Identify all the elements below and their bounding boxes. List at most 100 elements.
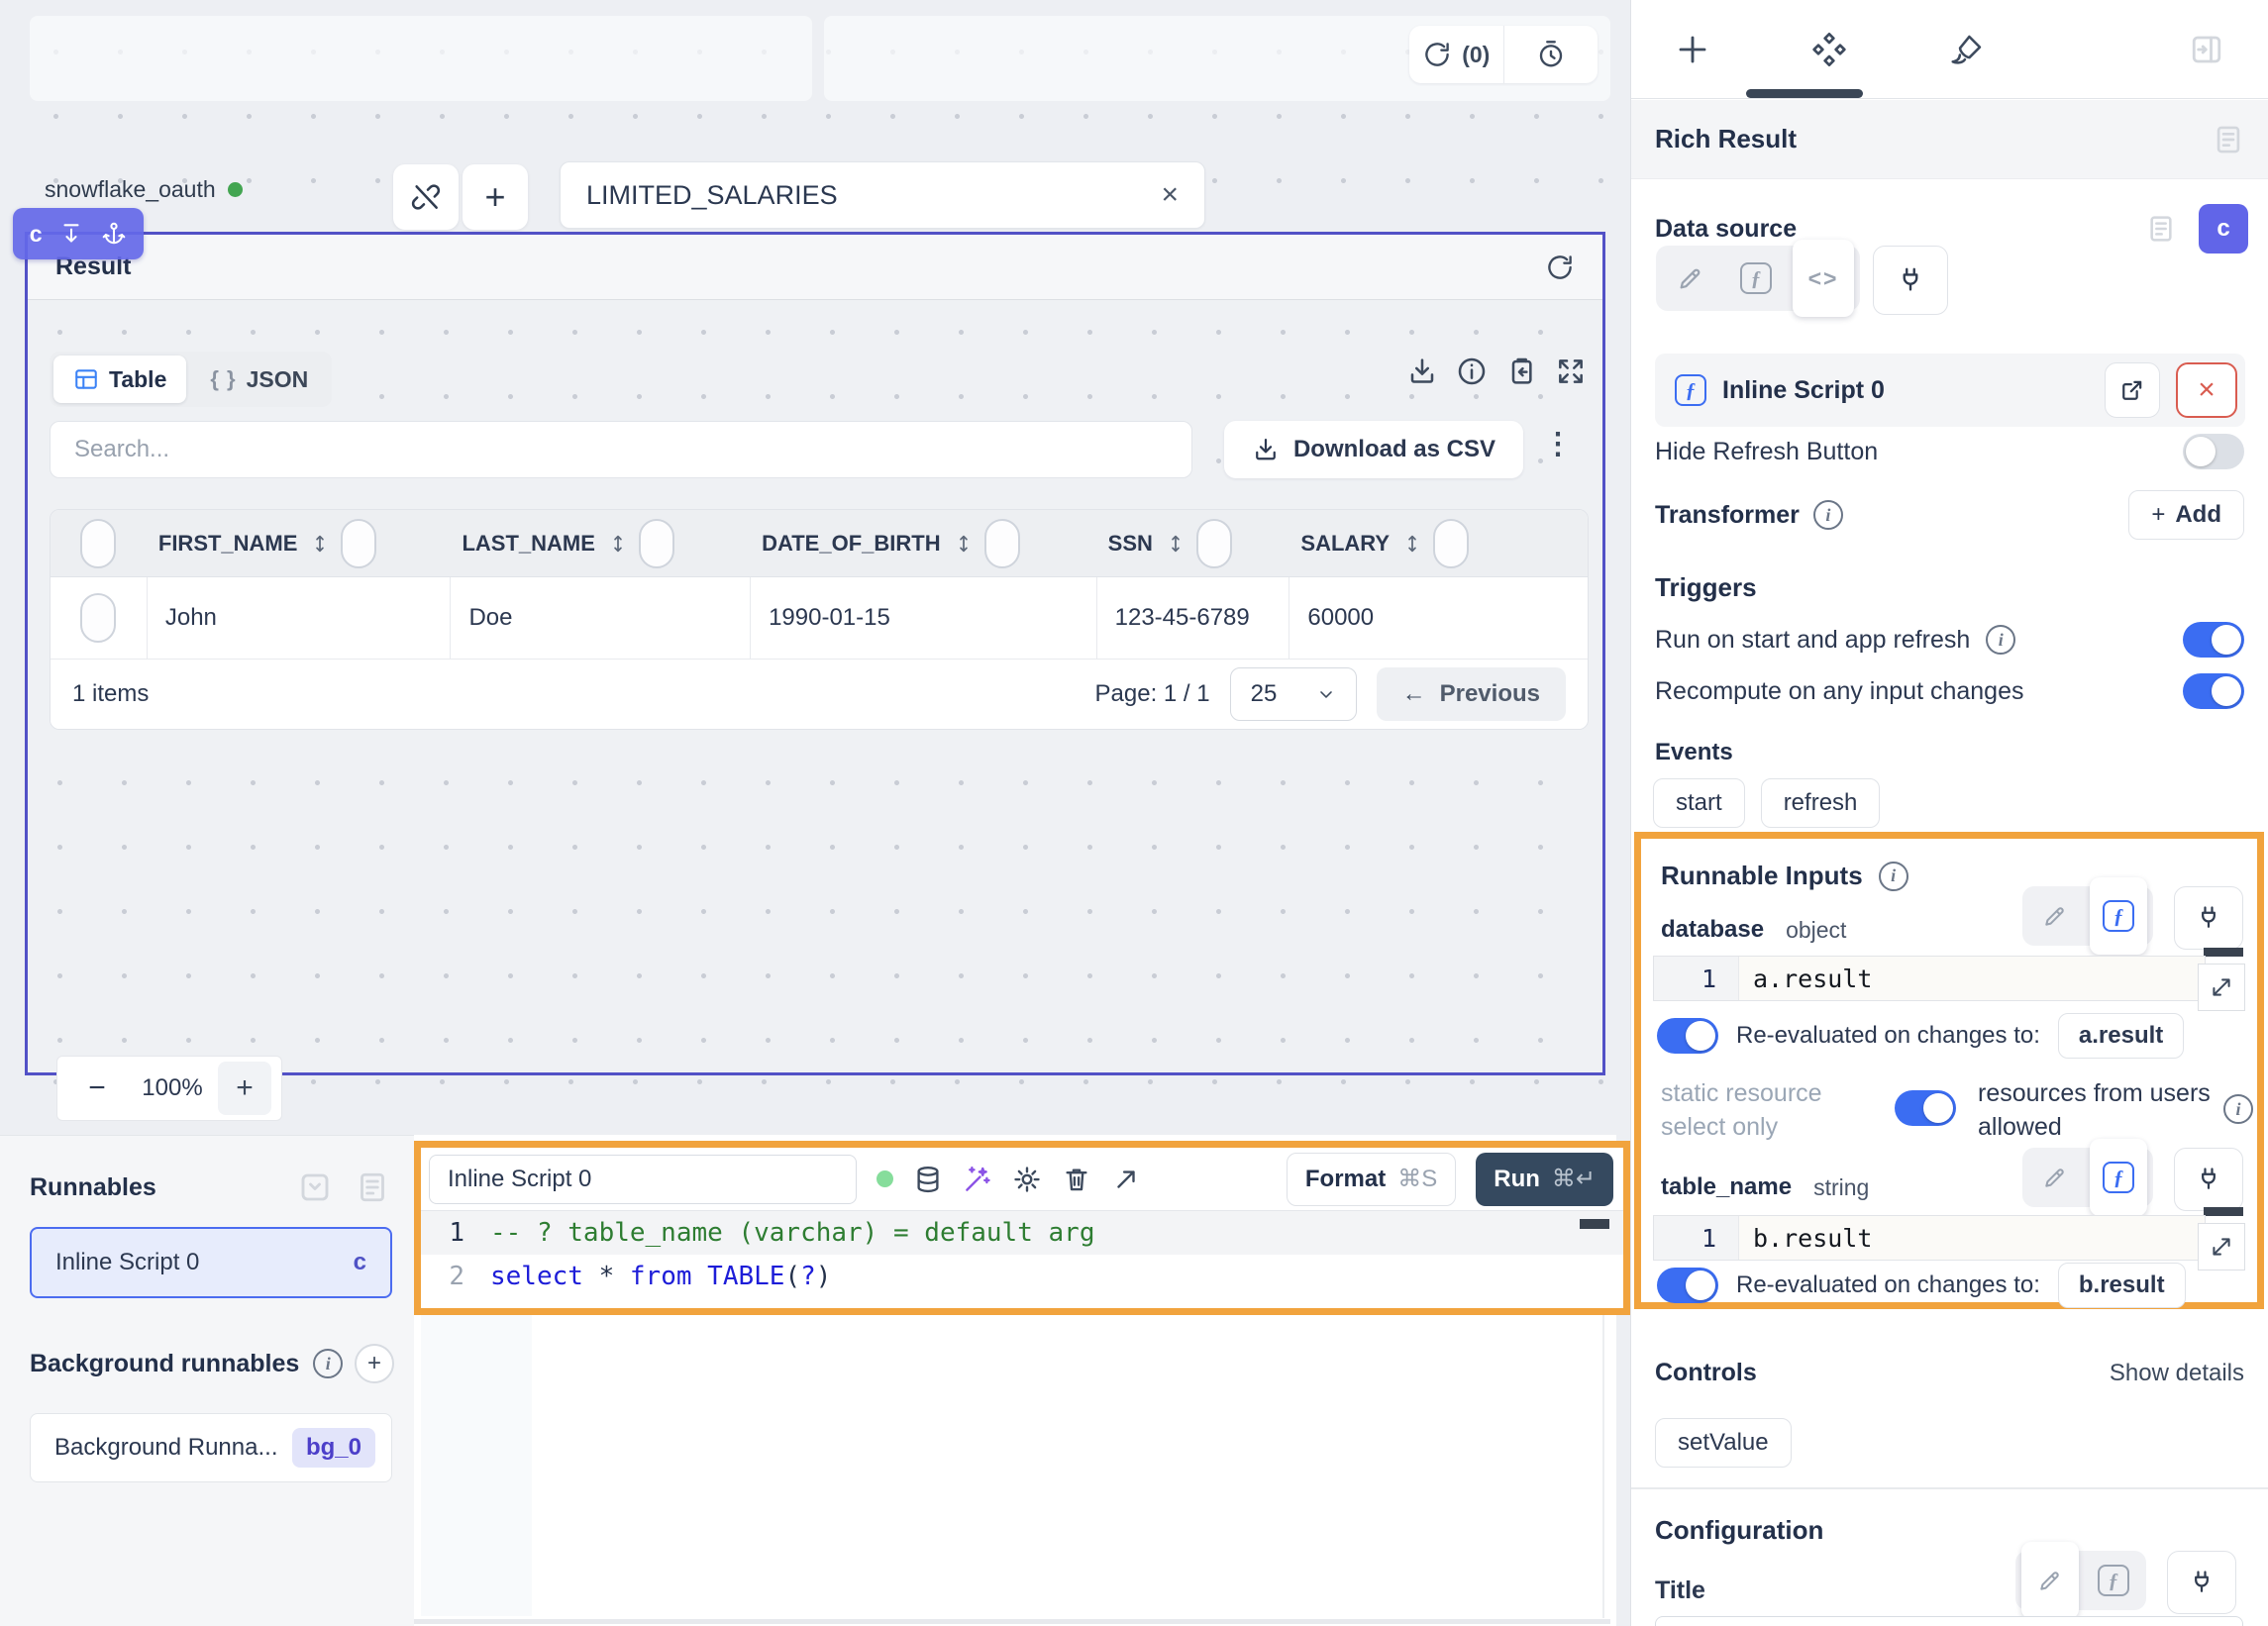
refresh-count-button[interactable]: (0) bbox=[1409, 26, 1503, 83]
column-checkbox[interactable] bbox=[341, 519, 376, 568]
placeholder-component-1[interactable] bbox=[30, 16, 812, 101]
data-source-script-row[interactable]: ƒ Inline Script 0 × bbox=[1655, 354, 2245, 427]
previous-page-button[interactable]: ← Previous bbox=[1377, 667, 1566, 721]
unlink-button[interactable] bbox=[393, 164, 459, 230]
zoom-in-button[interactable]: + bbox=[218, 1062, 271, 1115]
table-search-input[interactable] bbox=[74, 436, 1168, 463]
database-value-editor[interactable]: 1 a.result bbox=[1653, 956, 2206, 1001]
fx-mode-icon[interactable]: ƒ bbox=[1727, 252, 1785, 305]
format-button[interactable]: Format ⌘S bbox=[1287, 1153, 1456, 1206]
info-icon[interactable]: i bbox=[1986, 625, 2015, 655]
download-icon[interactable] bbox=[1406, 356, 1438, 387]
expand-editor-icon[interactable] bbox=[1111, 1165, 1141, 1194]
background-runnable-item[interactable]: Background Runna... bg_0 bbox=[30, 1413, 392, 1482]
database-icon[interactable] bbox=[913, 1165, 943, 1194]
code-line-1[interactable]: 1 -- ? table_name (varchar) = default ar… bbox=[421, 1211, 1623, 1255]
zoom-out-button[interactable]: − bbox=[67, 1071, 127, 1105]
plug-connect-button[interactable] bbox=[2174, 886, 2243, 950]
database-reeval-toggle[interactable] bbox=[1657, 1018, 1718, 1054]
plug-connect-button[interactable] bbox=[1873, 246, 1948, 315]
clear-selection-icon[interactable]: × bbox=[1161, 178, 1179, 212]
add-tab-icon[interactable] bbox=[1675, 32, 1710, 67]
download-csv-button[interactable]: Download as CSV bbox=[1224, 421, 1523, 478]
sort-icon[interactable] bbox=[607, 533, 629, 555]
edit-pencil-icon[interactable] bbox=[2028, 889, 2082, 943]
column-header[interactable]: FIRST_NAME bbox=[158, 531, 298, 557]
settings-gear-icon[interactable] bbox=[1012, 1165, 1042, 1194]
add-transformer-button[interactable]: +Add bbox=[2128, 490, 2244, 540]
remove-script-button[interactable]: × bbox=[2176, 362, 2237, 418]
info-icon[interactable]: i bbox=[1813, 500, 1843, 530]
column-header[interactable]: SALARY bbox=[1300, 531, 1390, 557]
column-checkbox[interactable] bbox=[1196, 519, 1232, 568]
copy-result-icon[interactable] bbox=[1505, 356, 1537, 387]
table-select-input[interactable] bbox=[586, 180, 1161, 211]
control-method-setvalue[interactable]: setValue bbox=[1655, 1418, 1792, 1468]
runnable-item-inline-script-0[interactable]: Inline Script 0 c bbox=[30, 1227, 392, 1298]
table-menu-icon[interactable]: ⋮ bbox=[1543, 427, 1573, 461]
add-background-runnable-button[interactable]: + bbox=[355, 1344, 394, 1383]
show-details-link[interactable]: Show details bbox=[2110, 1360, 2244, 1387]
column-checkbox[interactable] bbox=[984, 519, 1020, 568]
code-mode-icon[interactable]: <> bbox=[1793, 240, 1854, 317]
collapse-runnables-icon[interactable] bbox=[297, 1169, 333, 1205]
select-all-checkbox[interactable] bbox=[80, 519, 116, 568]
table-row[interactable]: John Doe 1990-01-15 123-45-6789 60000 bbox=[51, 577, 1588, 660]
column-header[interactable]: SSN bbox=[1108, 531, 1153, 557]
run-button[interactable]: Run ⌘↵ bbox=[1476, 1153, 1613, 1206]
reeval-target-pill[interactable]: b.result bbox=[2058, 1263, 2186, 1308]
recompute-toggle[interactable] bbox=[2183, 673, 2244, 709]
runnables-list-icon[interactable] bbox=[355, 1169, 390, 1205]
column-checkbox[interactable] bbox=[1433, 519, 1469, 568]
style-brush-tab-icon[interactable] bbox=[1948, 31, 1986, 68]
editor-scrollbar-thumb[interactable] bbox=[1580, 1219, 1609, 1229]
open-script-button[interactable] bbox=[2105, 362, 2160, 418]
editor-horizontal-scrollbar[interactable] bbox=[414, 1619, 1610, 1624]
plug-connect-button[interactable] bbox=[2167, 1551, 2236, 1614]
resources-from-users-toggle[interactable] bbox=[1895, 1090, 1956, 1126]
expand-value-editor-button[interactable] bbox=[2198, 964, 2245, 1011]
column-header[interactable]: LAST_NAME bbox=[462, 531, 594, 557]
plug-connect-button[interactable] bbox=[2174, 1148, 2243, 1211]
info-icon[interactable]: i bbox=[1879, 862, 1908, 891]
sort-icon[interactable] bbox=[1165, 533, 1186, 555]
sort-icon[interactable] bbox=[309, 533, 331, 555]
fullscreen-icon[interactable] bbox=[1555, 356, 1587, 387]
tab-json[interactable]: { } JSON bbox=[190, 356, 328, 403]
info-icon[interactable]: i bbox=[2223, 1094, 2253, 1124]
collapse-panel-icon[interactable] bbox=[2189, 32, 2224, 67]
event-pill-start[interactable]: start bbox=[1653, 778, 1745, 828]
fx-mode-icon[interactable]: ƒ bbox=[2090, 877, 2147, 955]
anchor-icon[interactable] bbox=[101, 221, 127, 247]
table-name-value-editor[interactable]: 1 b.result bbox=[1653, 1215, 2206, 1261]
page-size-select[interactable]: 25 bbox=[1230, 667, 1357, 721]
docs-icon[interactable] bbox=[2145, 213, 2177, 245]
sort-icon[interactable] bbox=[1401, 533, 1423, 555]
component-selection-badge[interactable]: c bbox=[13, 208, 144, 259]
script-name-input[interactable] bbox=[429, 1155, 857, 1204]
result-refresh-icon[interactable] bbox=[1545, 253, 1575, 282]
edit-pencil-icon[interactable] bbox=[2021, 1542, 2079, 1619]
info-icon[interactable]: i bbox=[313, 1349, 343, 1378]
edit-pencil-icon[interactable] bbox=[2028, 1151, 2082, 1204]
add-component-button[interactable]: + bbox=[463, 164, 528, 230]
insert-below-icon[interactable] bbox=[58, 221, 84, 247]
reeval-target-pill[interactable]: a.result bbox=[2058, 1013, 2184, 1059]
column-header[interactable]: DATE_OF_BIRTH bbox=[762, 531, 941, 557]
code-line-2[interactable]: 2 select * from TABLE ( ? ) bbox=[421, 1255, 1623, 1298]
tab-table[interactable]: Table bbox=[53, 356, 186, 403]
fx-mode-icon[interactable]: ƒ bbox=[2087, 1554, 2140, 1607]
hide-refresh-toggle[interactable] bbox=[2183, 434, 2244, 469]
edit-pencil-icon[interactable] bbox=[1662, 252, 1719, 305]
components-tab-icon[interactable] bbox=[1809, 30, 1849, 69]
delete-trash-icon[interactable] bbox=[1062, 1165, 1091, 1194]
fx-mode-icon[interactable]: ƒ bbox=[2090, 1139, 2147, 1216]
table-name-reeval-toggle[interactable] bbox=[1657, 1268, 1718, 1303]
connection-label[interactable]: snowflake_oauth bbox=[45, 176, 243, 203]
sort-icon[interactable] bbox=[953, 533, 975, 555]
history-button[interactable] bbox=[1503, 26, 1598, 83]
column-checkbox[interactable] bbox=[639, 519, 674, 568]
ai-magic-wand-icon[interactable] bbox=[963, 1165, 992, 1194]
info-icon[interactable] bbox=[1456, 356, 1488, 387]
rich-result-component[interactable]: Result Table { } JSON bbox=[25, 232, 1605, 1075]
